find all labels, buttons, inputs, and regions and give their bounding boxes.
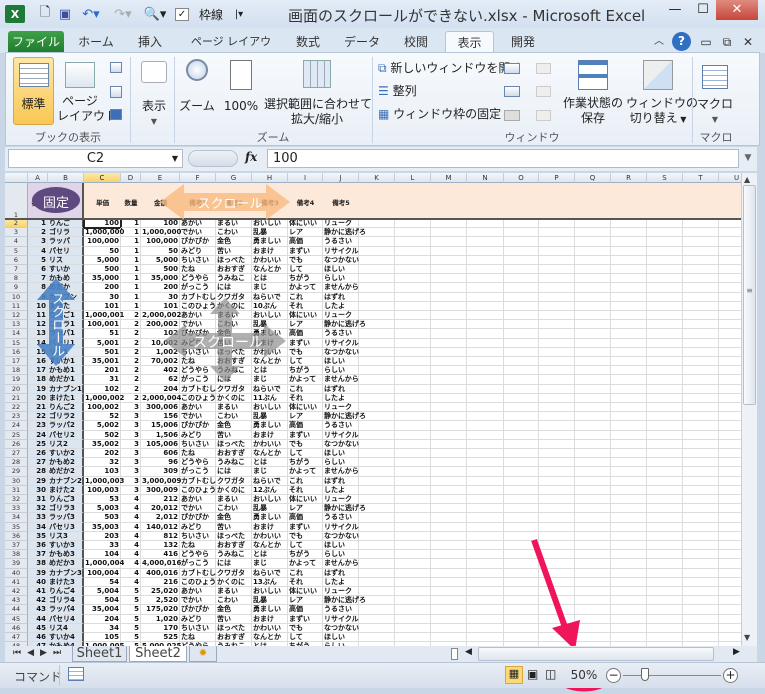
pointer-arrow-shaft [531, 538, 569, 632]
sheet-tab-bar: ⏮◀▶⏭ Sheet1 Sheet2 ✹ ◀ ▶ [5, 646, 757, 662]
sheet-tab-sheet1[interactable]: Sheet1 [72, 646, 127, 662]
vertical-scroll-label: スクロール [49, 292, 64, 357]
sheet-navigation-icons[interactable]: ⏮◀▶⏭ [13, 648, 67, 658]
tab-split-handle[interactable] [451, 648, 458, 660]
status-mode: コマンド [14, 670, 63, 684]
page-layout-status-icon[interactable]: ▣ [527, 667, 538, 681]
scroll-both-label: スクロール [193, 335, 263, 351]
scroll-down-icon[interactable]: ▼ [744, 633, 750, 642]
insert-sheet-icon[interactable]: ✹ [189, 646, 217, 662]
scroll-right-icon[interactable]: ▶ [733, 647, 740, 657]
divider [59, 665, 60, 685]
normal-view-status-icon[interactable]: ▦ [505, 666, 523, 684]
zoom-in-button[interactable]: + [723, 668, 738, 683]
zoom-out-button[interactable]: − [606, 668, 621, 683]
frozen-label: 固定 [42, 196, 69, 211]
record-macro-icon[interactable] [68, 667, 84, 681]
horizontal-scroll-thumb[interactable] [478, 647, 714, 661]
annotation-overlay [32, 184, 615, 692]
zoom-level-button[interactable]: 50% [566, 668, 602, 682]
status-bar: コマンド ▦ ▣ ◫ 50% − + [0, 662, 765, 688]
vertical-scrollbar[interactable]: ▲ ≡ ▼ [741, 173, 757, 646]
vertical-scroll-thumb[interactable]: ≡ [743, 185, 756, 405]
zoom-slider-thumb[interactable] [640, 668, 649, 681]
page-break-status-icon[interactable]: ◫ [545, 667, 556, 681]
horizontal-scroll-label: スクロール [197, 197, 263, 212]
zoom-slider-track[interactable] [623, 675, 721, 676]
scroll-left-icon[interactable]: ◀ [465, 647, 472, 657]
sheet-tab-sheet2[interactable]: Sheet2 [129, 646, 187, 662]
scroll-up-icon[interactable]: ▲ [744, 175, 750, 184]
